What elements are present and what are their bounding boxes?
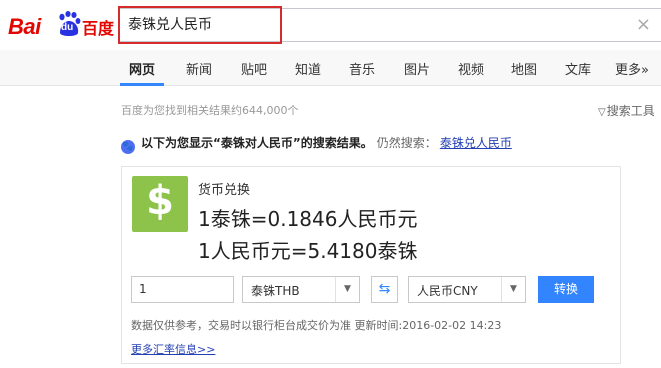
- currency-converter-card: $ 货币兑换 1泰铢=0.1846人民币元 1人民币元=5.4180泰铢 1 泰…: [121, 166, 621, 364]
- chevron-down-icon: ▼: [501, 277, 525, 302]
- nav-tabs: 网页 新闻 贴吧 知道 音乐 图片 视频 地图 文库 更多»: [0, 50, 661, 86]
- tab-wenku[interactable]: 文库: [565, 59, 591, 78]
- chevron-down-icon: ▼: [335, 277, 359, 302]
- tab-zhidao[interactable]: 知道: [295, 59, 321, 78]
- rate-cny-to-thb: 1人民币元=5.4180泰铢: [198, 239, 418, 263]
- swap-arrows-icon: ⇆: [378, 281, 391, 297]
- amount-input[interactable]: 1: [131, 276, 234, 303]
- from-currency-select[interactable]: 泰铢THB ▼: [242, 276, 360, 303]
- tab-tieba[interactable]: 贴吧: [241, 59, 267, 78]
- active-tab-indicator: [120, 83, 164, 86]
- rate-thb-to-cny: 1泰铢=0.1846人民币元: [198, 207, 418, 231]
- notice-query: 泰铢对人民币: [220, 136, 293, 150]
- swap-currency-button[interactable]: ⇆: [371, 276, 398, 303]
- card-title[interactable]: 货币兑换: [198, 179, 250, 198]
- notice-prefix: 以下为您显示“: [141, 136, 221, 150]
- from-currency-value: 泰铢THB: [251, 284, 300, 298]
- tab-maps[interactable]: 地图: [511, 59, 537, 78]
- tab-web[interactable]: 网页: [129, 59, 155, 78]
- query-correction-notice: 🐾 以下为您显示“泰铢对人民币”的搜索结果。 仍然搜索： 泰铢兑人民币: [121, 134, 512, 154]
- baidu-logo[interactable]: Bai du 百度: [8, 10, 114, 40]
- to-currency-select[interactable]: 人民币CNY ▼: [408, 276, 526, 303]
- tab-music[interactable]: 音乐: [349, 59, 375, 78]
- logo-text-chinese: 百度: [82, 19, 115, 38]
- tab-video[interactable]: 视频: [458, 59, 484, 78]
- notice-suffix: ”的搜索结果。: [292, 136, 373, 150]
- search-tools-label: 搜索工具: [606, 104, 655, 118]
- result-count: 百度为您找到相关结果约644,000个: [121, 104, 299, 117]
- more-rates-link[interactable]: 更多汇率信息>>: [131, 341, 215, 357]
- to-currency-value: 人民币CNY: [417, 284, 478, 298]
- convert-button[interactable]: 转换: [538, 276, 594, 303]
- logo-text-du: du: [61, 22, 74, 33]
- dollar-icon: $: [132, 176, 188, 232]
- header: Bai du 百度 泰铢兑人民币 ×: [0, 0, 661, 50]
- search-tools-button[interactable]: ▽搜索工具: [598, 102, 655, 119]
- notice-alt-label: 仍然搜索：: [376, 136, 437, 150]
- clear-icon[interactable]: ×: [636, 14, 651, 36]
- logo-text-bai: Bai: [8, 14, 41, 39]
- funnel-icon: ▽: [598, 107, 606, 118]
- tab-more[interactable]: 更多»: [615, 59, 649, 78]
- disclaimer-text: 数据仅供参考，交易时以银行柜台成交价为准 更新时间:2016-02-02 14:…: [131, 319, 502, 332]
- highlight-annotation: [118, 6, 282, 44]
- paw-icon: 🐾: [121, 140, 135, 154]
- tab-news[interactable]: 新闻: [186, 59, 212, 78]
- tab-images[interactable]: 图片: [404, 59, 430, 78]
- original-query-link[interactable]: 泰铢兑人民币: [440, 136, 512, 150]
